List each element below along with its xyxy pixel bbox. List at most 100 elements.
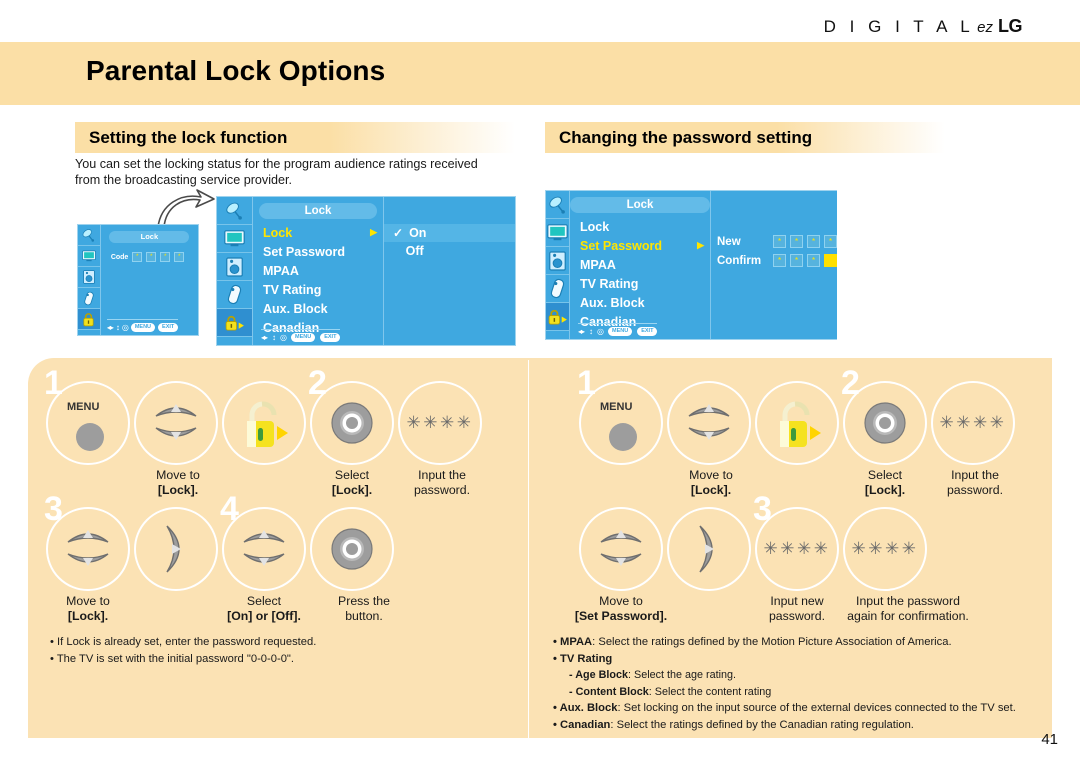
osd-item-aux-block[interactable]: Aux. Block: [570, 293, 710, 312]
osd-lock-menu: Lock Lock ▶ Set Password MPAA TV Rating …: [216, 196, 516, 346]
column-divider: [528, 360, 529, 738]
confirm-box-1[interactable]: *: [773, 254, 786, 267]
section-header-right: Changing the password setting: [545, 122, 945, 153]
note-bold: • Canadian: [553, 718, 611, 731]
osd-option-off[interactable]: Off: [384, 242, 515, 260]
osd-item-lock[interactable]: Lock: [570, 217, 710, 236]
remote-icon[interactable]: [546, 275, 569, 303]
osd-item-mpaa[interactable]: MPAA: [253, 261, 383, 280]
osd-item-lock[interactable]: Lock ▶: [253, 223, 383, 242]
osd-item-set-password[interactable]: Set Password ▶: [570, 236, 710, 255]
audio-icon[interactable]: [546, 247, 569, 275]
new-box-2[interactable]: *: [790, 235, 803, 248]
step-updown-right-1[interactable]: [667, 381, 751, 465]
password-stars-text: ✳✳✳✳: [763, 539, 831, 558]
osd-options-spacer: [384, 197, 515, 224]
step-number-2-right: 2: [841, 364, 860, 402]
osd-lock-list: Lock Lock ▶ Set Password MPAA TV Rating …: [253, 197, 383, 345]
nav-menu-pill[interactable]: MENU: [130, 323, 156, 332]
satellite-icon[interactable]: [546, 191, 569, 219]
osd-item-tv-rating[interactable]: TV Rating: [570, 274, 710, 293]
ok-button-icon: [331, 528, 373, 570]
audio-icon[interactable]: [217, 253, 252, 281]
password-new-label: New: [717, 235, 741, 248]
note-bold: - Age Block: [569, 669, 628, 681]
remote-icon[interactable]: [78, 288, 100, 309]
osd-small-title: Lock: [109, 231, 190, 243]
step-caption-move-lock-left-2: Move to [Lock].: [8, 594, 168, 623]
code-box-1[interactable]: *: [132, 252, 143, 262]
nav-exit-pill[interactable]: EXIT: [158, 323, 179, 332]
caption-line1: Move to: [156, 468, 200, 482]
note-line: - Content Block: Select the content rati…: [553, 684, 1016, 701]
nav-lr-icon: ◂▸: [578, 327, 585, 336]
lock-icon[interactable]: [217, 309, 252, 337]
code-box-4[interactable]: *: [174, 252, 185, 262]
osd-lock-rail: [217, 197, 253, 345]
osd-item-label: Lock: [580, 219, 610, 234]
osd-item-label: TV Rating: [263, 282, 322, 297]
step-ok-button-left-2[interactable]: [310, 507, 394, 591]
password-stars-text: ✳✳✳✳: [406, 413, 474, 432]
remote-icon[interactable]: [217, 281, 252, 309]
lock-icon[interactable]: [78, 309, 100, 330]
confirm-box-4-cursor[interactable]: [824, 254, 837, 267]
step-updown-left-1[interactable]: [134, 381, 218, 465]
note-rest: : Set locking on the input source of the…: [617, 702, 1016, 714]
page-number: 41: [1041, 731, 1058, 748]
note-line: • The TV is set with the initial passwor…: [50, 652, 294, 665]
menu-button-label: MENU: [600, 401, 633, 413]
step-confirm-stars-right: ✳✳✳✳: [843, 507, 927, 591]
osd-lock-title: Lock: [259, 203, 377, 219]
new-box-4[interactable]: *: [824, 235, 837, 248]
lock-icon: [247, 401, 288, 447]
step-number-2-left: 2: [308, 364, 327, 402]
confirm-box-2[interactable]: *: [790, 254, 803, 267]
confirm-box-3[interactable]: *: [807, 254, 820, 267]
satellite-icon[interactable]: [217, 197, 252, 225]
picture-icon[interactable]: [217, 225, 252, 253]
code-box-3[interactable]: *: [160, 252, 171, 262]
nav-ok-icon: ◎: [121, 323, 129, 332]
nav-lr-icon: ◂▸: [106, 323, 114, 332]
step-caption-input-password-right: Input the password.: [895, 468, 1055, 497]
note-rest: : Select the content rating: [648, 685, 772, 698]
audio-icon[interactable]: [78, 267, 100, 288]
osd-option-on[interactable]: ✓ On: [384, 224, 515, 242]
code-box-2[interactable]: *: [146, 252, 157, 262]
nav-menu-pill[interactable]: MENU: [291, 333, 316, 342]
step-right-arrow-right[interactable]: [667, 507, 751, 591]
step-right-arrow-left[interactable]: [134, 507, 218, 591]
caption-line1: Move to: [689, 468, 733, 482]
password-row-new: New * * * *: [711, 235, 837, 248]
caption-line1: Input the password: [856, 594, 960, 608]
nav-lr-icon: ◂▸: [261, 333, 268, 342]
step-number-3-right: 3: [753, 490, 772, 528]
menu-button-dot-icon: [76, 423, 104, 451]
picture-icon[interactable]: [78, 246, 100, 267]
note-rest: : Select the ratings defined by the Moti…: [592, 636, 952, 648]
osd-password-menu: Lock Lock Set Password ▶ MPAA TV Rating …: [545, 190, 837, 340]
osd-item-aux-block[interactable]: Aux. Block: [253, 299, 383, 318]
lock-icon[interactable]: [546, 303, 569, 331]
nav-exit-pill[interactable]: EXIT: [320, 333, 341, 342]
osd-item-set-password[interactable]: Set Password: [253, 242, 383, 261]
note-rest: : Select the age rating.: [628, 669, 737, 681]
osd-pass-title: Lock: [570, 197, 710, 213]
new-box-3[interactable]: *: [807, 235, 820, 248]
osd-item-tv-rating[interactable]: TV Rating: [253, 280, 383, 299]
new-box-1[interactable]: *: [773, 235, 786, 248]
osd-item-label: Aux. Block: [580, 295, 645, 310]
nav-menu-pill[interactable]: MENU: [608, 327, 633, 336]
step-updown-right-2[interactable]: [579, 507, 663, 591]
note-line: • TV Rating: [553, 651, 1016, 668]
step-number-1-left: 1: [44, 364, 63, 402]
osd-pass-rail: [546, 191, 570, 339]
osd-item-label: Aux. Block: [263, 301, 328, 316]
picture-icon[interactable]: [546, 219, 569, 247]
nav-ud-icon: ↕: [589, 327, 593, 336]
satellite-icon[interactable]: [78, 225, 100, 246]
up-down-arrows-icon: [688, 404, 730, 440]
nav-exit-pill[interactable]: EXIT: [637, 327, 658, 336]
osd-item-mpaa[interactable]: MPAA: [570, 255, 710, 274]
